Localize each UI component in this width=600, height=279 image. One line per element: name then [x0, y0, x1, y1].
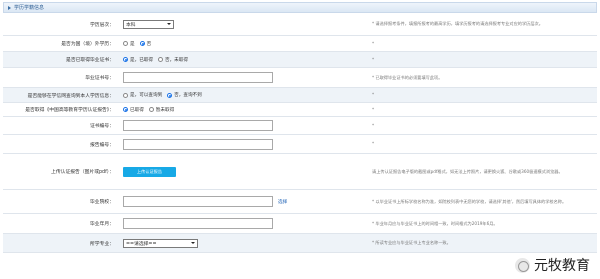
chsi-tip: *: [372, 92, 375, 97]
cert-number-label: 证书编号：: [90, 124, 114, 129]
verify-tip: *: [372, 106, 375, 112]
verify-no-label: 暂未取得: [155, 107, 175, 113]
radio-checked-icon: [167, 92, 173, 98]
certificate-label: 是否已取得毕业证书：: [66, 58, 114, 63]
chsi-yes-label: 是，可以查询到: [130, 93, 163, 98]
row-report-number: 报告编号： *: [3, 135, 597, 154]
row-certificate: 是否已取得毕业证书： 是，已取得 否，未取得 *: [3, 52, 597, 68]
overseas-tip: *: [372, 40, 375, 46]
report-number-tip: *: [372, 141, 375, 146]
degree-tip: * 请选择报考条件，填报所报考的最高学历，填学历报考的请选择报考专业对应的学历层…: [372, 21, 543, 26]
verify-no-radio[interactable]: 暂未取得: [148, 107, 175, 113]
chevron-down-icon: [167, 23, 171, 25]
radio-icon: [157, 57, 163, 62]
radio-checked-icon: [123, 107, 128, 112]
chevron-down-icon: [191, 242, 195, 244]
radio-icon: [123, 92, 128, 98]
cert-no-input[interactable]: [123, 72, 273, 83]
cert-number-tip: *: [372, 122, 375, 128]
upload-tip: 请上传认证报告电子版的截图或pdf格式，如无法上传照片，请更换火狐、谷歌或360…: [372, 168, 563, 174]
section-header: 学历学籍信息: [3, 2, 597, 13]
school-label: 毕业院校：: [90, 200, 114, 205]
major-label: 所学专业：: [90, 241, 114, 247]
overseas-yes-radio[interactable]: 是: [123, 41, 135, 47]
certificate-yes-label: 是，已取得: [130, 57, 153, 63]
certificate-no-label: 否，未取得: [164, 57, 188, 63]
arrow-icon: [8, 5, 11, 10]
row-upload: 上传认证报告（图片或pdf）： 上传认证报告 请上传认证报告电子版的截图或pdf…: [3, 154, 597, 190]
radio-icon: [148, 107, 154, 112]
watermark: 元牧教育: [515, 255, 590, 275]
row-cert-no: 毕业证书号： * 已取得毕业证书的必须要填写此项。: [3, 68, 597, 88]
radio-icon: [123, 41, 128, 46]
school-select-link[interactable]: 选择: [278, 199, 287, 205]
upload-label: 上传认证报告（图片或pdf）：: [51, 170, 114, 175]
chsi-no-radio[interactable]: 否，查询不到: [167, 92, 202, 98]
degree-select-value: 本科: [126, 22, 136, 28]
overseas-no-label: 否: [146, 41, 152, 47]
certificate-no-radio[interactable]: 否，未取得: [157, 57, 188, 63]
chsi-yes-radio[interactable]: 是，可以查询到: [123, 92, 162, 98]
watermark-text: 元牧教育: [534, 258, 590, 274]
overseas-yes-label: 是: [130, 41, 135, 47]
row-verify: 是否取得《中国高等教育学历认证报告》： 已取得 暂未取得 *: [3, 103, 597, 117]
watermark-logo-icon: [515, 257, 530, 273]
chsi-label: 是否能够在学信网查询到本人学历信息：: [27, 93, 114, 99]
education-form: 学历层次： 本科 * 请选择报考条件，填报所报考的最高学历，填学历报考的请选择报…: [3, 13, 597, 253]
major-tip: * 所读专业应与毕业证书上专业名称一致。: [372, 240, 451, 245]
row-major: 所学专业： ==请选择== * 所读专业应与毕业证书上专业名称一致。: [3, 234, 597, 253]
row-cert-number: 证书编号： *: [3, 117, 597, 135]
cert-no-label: 毕业证书号：: [85, 76, 114, 81]
grad-date-label: 毕业年月：: [90, 222, 114, 227]
grad-date-input[interactable]: [123, 218, 273, 229]
school-input[interactable]: [123, 196, 273, 207]
radio-checked-icon: [139, 41, 145, 46]
verify-yes-label: 已取得: [130, 107, 144, 113]
upload-report-button[interactable]: 上传认证报告: [123, 166, 176, 177]
major-select-value: ==请选择==: [126, 241, 157, 247]
radio-checked-icon: [123, 57, 128, 62]
section-title: 学历学籍信息: [14, 5, 45, 11]
verify-label: 是否取得《中国高等教育学历认证报告》：: [25, 108, 114, 113]
verify-yes-radio[interactable]: 已取得: [123, 107, 144, 113]
degree-select[interactable]: 本科: [123, 19, 174, 29]
degree-label: 学历层次：: [90, 22, 114, 28]
cert-no-tip: * 已取得毕业证书的必须要填写此项。: [372, 74, 443, 80]
certificate-yes-radio[interactable]: 是，已取得: [123, 57, 153, 63]
row-grad-date: 毕业年月： * 毕业年月应与毕业证书上的时间相一致，时间格式为2019年6月。: [3, 214, 597, 234]
row-chsi: 是否能够在学信网查询到本人学历信息： 是，可以查询到 否，查询不到 *: [3, 88, 597, 103]
row-degree: 学历层次： 本科 * 请选择报考条件，填报所报考的最高学历，填学历报考的请选择报…: [3, 13, 597, 36]
major-select[interactable]: ==请选择==: [123, 238, 198, 248]
grad-date-tip: * 毕业年月应与毕业证书上的时间相一致，时间格式为2019年6月。: [372, 220, 498, 226]
row-overseas: 是否为国（境）外学历： 是 否 *: [3, 36, 597, 52]
report-number-input[interactable]: [123, 138, 273, 150]
cert-number-input[interactable]: [123, 120, 273, 131]
certificate-tip: *: [372, 56, 375, 62]
report-number-label: 报告编号：: [90, 142, 114, 148]
school-tip: * 以毕业证书上所标学校名称为准，如院校列表中无您的学校，请选择'其他'，然后填…: [372, 198, 567, 204]
row-school: 毕业院校： 选择 * 以毕业证书上所标学校名称为准，如院校列表中无您的学校，请选…: [3, 190, 597, 214]
chsi-no-label: 否，查询不到: [174, 93, 202, 98]
overseas-no-radio[interactable]: 否: [139, 41, 152, 47]
overseas-label: 是否为国（境）外学历：: [61, 42, 114, 47]
